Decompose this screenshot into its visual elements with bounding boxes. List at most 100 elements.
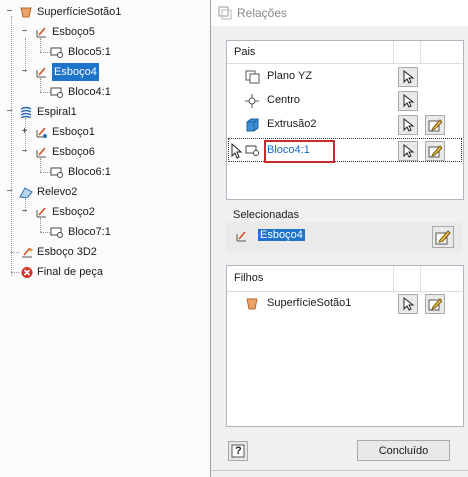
tree-item-label: Esboço 3D2 [37, 246, 97, 258]
parent-label: Extrusão2 [267, 118, 317, 130]
collapse-toggle-icon[interactable]: − [5, 107, 14, 117]
tree-item-esboco5[interactable]: − Esboço5 [0, 23, 210, 41]
tree-item-label: Bloco5:1 [68, 46, 111, 58]
parent-row-extrusao2[interactable]: Extrusão2 [227, 113, 463, 137]
edit-selected-button[interactable] [432, 226, 454, 248]
cursor-arrow-icon [403, 70, 415, 84]
tree-item-label: Esboço5 [52, 26, 95, 38]
extrude-icon [246, 118, 259, 132]
tree-item-label: Final de peça [37, 266, 104, 278]
tree-item-label: Esboço6 [52, 146, 95, 158]
tree-item-esboco6[interactable]: − Esboço6 [0, 143, 210, 161]
select-parent-button[interactable] [398, 115, 418, 135]
dialog-title: Relações [237, 6, 288, 20]
tree-item-esboco-3d2[interactable]: Esboço 3D2 [0, 243, 210, 261]
collapse-toggle-icon[interactable]: − [20, 207, 29, 217]
parents-header: Pais [227, 41, 463, 64]
help-button[interactable]: ? [228, 441, 248, 461]
sketch-icon [36, 147, 46, 158]
parent-row-bloco4[interactable]: Bloco4:1 [227, 139, 463, 163]
dialog-titlebar[interactable]: Relações [211, 0, 468, 26]
tree-item-bloco6[interactable]: Bloco6:1 [0, 163, 210, 181]
relations-icon [218, 6, 232, 20]
column-divider [420, 266, 421, 291]
tree-connector [40, 172, 50, 173]
center-point-icon [245, 94, 259, 108]
coil-icon [20, 106, 32, 118]
parent-label: Centro [267, 94, 301, 106]
tree-item-superficie-sotao1[interactable]: − SuperfícieSotão1 [0, 3, 210, 21]
tree-item-espiral1[interactable]: − Espiral1 [0, 103, 210, 121]
edit-parent-button[interactable] [425, 141, 445, 161]
tree-item-label: Esboço2 [52, 206, 95, 218]
cursor-arrow-icon [403, 144, 415, 158]
sketch-icon [36, 27, 46, 38]
highlight-box [264, 140, 335, 163]
tree-item-esboco1[interactable]: + Esboço1 [0, 123, 210, 141]
end-of-part-icon [21, 267, 33, 278]
collapse-toggle-icon[interactable]: − [5, 187, 14, 197]
tree-item-esboco2[interactable]: − Esboço2 [0, 203, 210, 221]
tree-item-label: Bloco7:1 [68, 226, 111, 238]
selected-box: Esboço4 [226, 222, 462, 252]
tree-connector [11, 272, 19, 273]
block-icon [50, 47, 63, 58]
select-parent-button[interactable] [398, 91, 418, 111]
tree-connector [40, 52, 50, 53]
cursor-arrow-icon [403, 118, 415, 132]
select-parent-button[interactable] [398, 67, 418, 87]
cursor-arrow-icon [403, 297, 415, 311]
help-label: ? [235, 445, 242, 457]
tree-item-relevo2[interactable]: − Relevo2 [0, 183, 210, 201]
collapse-toggle-icon[interactable]: − [20, 27, 29, 37]
tree-item-label: Relevo2 [37, 186, 78, 198]
relations-dialog: Relações Pais Plano YZ Centro Extrusão2 … [210, 0, 468, 477]
tree-item-bloco7[interactable]: Bloco7:1 [0, 223, 210, 241]
tree-item-label: Bloco4:1 [68, 86, 111, 98]
children-header: Filhos [227, 266, 463, 292]
select-parent-button[interactable] [398, 141, 418, 161]
select-child-button[interactable] [398, 294, 418, 314]
edit-pencil-icon [428, 298, 442, 311]
expand-toggle-icon[interactable]: + [20, 127, 29, 137]
child-row-superficie-sotao1[interactable]: SuperfícieSotão1 [227, 292, 463, 316]
sketch-icon [36, 67, 46, 78]
edit-pencil-icon [428, 145, 442, 158]
loft-surface-icon [246, 298, 258, 310]
tree-connector [40, 232, 50, 233]
done-button[interactable]: Concluído [357, 440, 450, 461]
tree-item-label: Esboço4 [52, 63, 99, 81]
tree-item-bloco5[interactable]: Bloco5:1 [0, 43, 210, 61]
edit-pencil-icon [435, 230, 451, 245]
child-label: SuperfícieSotão1 [267, 297, 352, 309]
selected-value: Esboço4 [258, 229, 305, 241]
collapse-toggle-icon[interactable]: − [20, 67, 29, 77]
block-icon [245, 145, 259, 156]
edit-pencil-icon [428, 119, 442, 132]
tree-item-final-de-peca[interactable]: Final de peça [0, 263, 210, 281]
parent-row-plano-yz[interactable]: Plano YZ [227, 65, 463, 89]
tree-item-label: Esboço1 [52, 126, 95, 138]
loft-surface-icon [20, 7, 32, 18]
column-divider [393, 41, 394, 63]
tree-connector [40, 92, 50, 93]
edit-child-button[interactable] [425, 294, 445, 314]
tree-connector [11, 252, 19, 253]
collapse-toggle-icon[interactable]: − [5, 7, 14, 17]
sketch-icon [236, 231, 246, 242]
sketch3d-icon [22, 247, 33, 258]
tree-item-bloco4[interactable]: Bloco4:1 [0, 83, 210, 101]
edit-parent-button[interactable] [425, 115, 445, 135]
tree-item-label: SuperfícieSotão1 [37, 6, 122, 18]
collapse-toggle-icon[interactable]: − [20, 147, 29, 157]
parent-row-centro[interactable]: Centro [227, 89, 463, 113]
plane-icon [245, 70, 260, 84]
tree-item-esboco4[interactable]: − Esboço4 [0, 63, 210, 81]
model-browser: − SuperfícieSotão1 − Esboço5 Bloco5:1 − … [0, 0, 210, 477]
column-divider [393, 266, 394, 291]
dialog-bottom-edge [211, 470, 468, 471]
selected-label: Selecionadas [233, 209, 300, 221]
parents-panel: Pais Plano YZ Centro Extrusão2 Bloco4:1 [226, 40, 464, 200]
block-icon [50, 87, 63, 98]
parent-label: Plano YZ [267, 70, 313, 82]
